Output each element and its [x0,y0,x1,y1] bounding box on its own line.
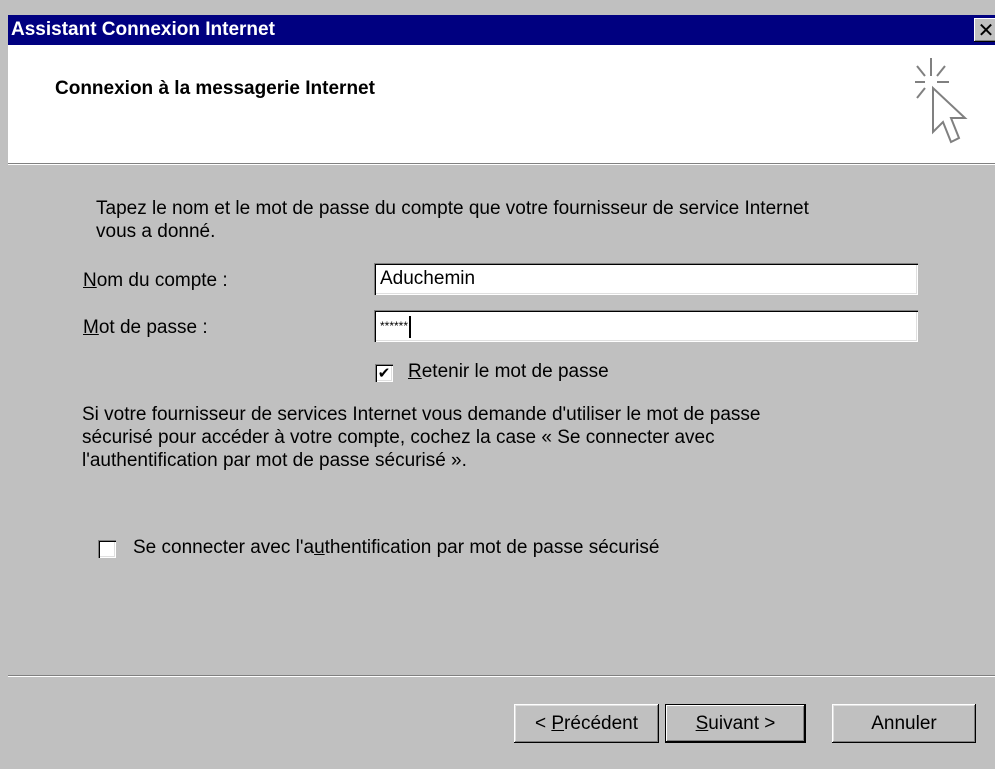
wizard-window: Assistant Connexion Internet ✕ Connexion… [0,0,995,769]
account-name-input[interactable]: Aduchemin [374,263,918,295]
remember-password-label[interactable]: Retenir le mot de passe [408,361,609,383]
account-label-text: om du compte : [96,270,228,291]
wizard-header: Connexion à la messagerie Internet [8,45,995,163]
intro-text: Tapez le nom et le mot de passe du compt… [96,198,809,242]
remember-label-mnemonic: R [408,361,422,382]
secure-label-pre: Se connecter avec l'a [133,537,315,558]
remember-password-checkbox[interactable]: ✔ [375,364,393,382]
password-value: ****** [380,319,409,333]
previous-label-mnemonic: P [551,713,565,734]
checkmark-icon: ✔ [377,364,391,382]
close-icon: ✕ [977,18,995,42]
password-label: Mot de passe : [83,317,208,339]
next-label-mnemonic: S [695,713,709,734]
secure-label-post: thentification par mot de passe sécurisé [324,537,660,558]
text-caret [409,315,412,338]
password-label-mnemonic: M [83,317,99,338]
wizard-content: Tapez le nom et le mot de passe du compt… [8,165,995,675]
secure-auth-checkbox[interactable] [98,540,116,558]
remember-label-text: etenir le mot de passe [421,361,609,382]
account-label-mnemonic: N [83,270,97,291]
secure-auth-info-text: Si votre fournisseur de services Interne… [82,404,761,471]
account-name-value: Aduchemin [380,268,476,289]
previous-label-post: récédent [564,713,638,734]
wizard-footer: < Précédent Suivant > Annuler [8,677,995,769]
next-button[interactable]: Suivant > [665,704,806,743]
wizard-cursor-icon [915,58,968,144]
title-bar[interactable]: Assistant Connexion Internet ✕ [8,15,995,45]
secure-label-mnemonic: u [314,537,325,558]
password-input[interactable]: ****** [374,310,918,342]
close-button[interactable]: ✕ [974,18,995,42]
window-title: Assistant Connexion Internet [11,19,275,40]
secure-auth-label[interactable]: Se connecter avec l'authentification par… [133,537,659,559]
previous-button[interactable]: < Précédent [514,704,659,743]
page-title: Connexion à la messagerie Internet [55,78,375,99]
previous-label-pre: < [534,713,552,734]
account-name-label: Nom du compte : [83,270,228,292]
password-label-text: ot de passe : [98,317,208,338]
next-label-post: uivant > [708,713,776,734]
cancel-button[interactable]: Annuler [832,704,976,743]
